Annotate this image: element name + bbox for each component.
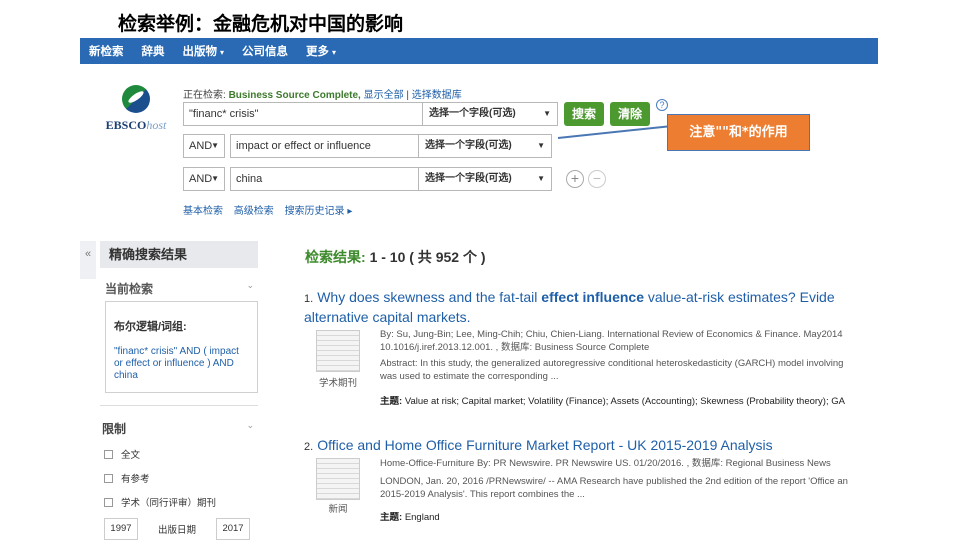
boolean-select-2[interactable]: AND ▼ xyxy=(183,134,225,158)
ebsco-logo-icon xyxy=(122,85,150,113)
database-name: Business Source Complete, xyxy=(228,90,361,101)
field-select-3[interactable]: 选择一个字段(可选) ▼ xyxy=(419,167,552,191)
dropdown-arrow-icon: ▼ xyxy=(537,141,545,150)
collapse-sidebar-icon[interactable]: « xyxy=(80,241,96,279)
nav-more[interactable]: 更多 ▾ xyxy=(306,43,336,59)
refine-heading: 精确搜索结果 xyxy=(100,241,258,268)
dropdown-arrow-icon: ▼ xyxy=(211,174,219,183)
search-term-input-2[interactable]: impact or effect or influence xyxy=(230,134,419,158)
chevron-down-icon: ⌄ xyxy=(246,280,254,290)
date-label: 出版日期 xyxy=(158,525,197,536)
choose-database-link[interactable]: 选择数据库 xyxy=(412,90,462,101)
result-title-link[interactable]: 2. Office and Home Office Furniture Marke… xyxy=(304,436,878,456)
limit-peer-reviewed[interactable]: 学术（同行评审）期刊 xyxy=(104,495,258,509)
news-document-icon[interactable] xyxy=(316,458,360,500)
callout-connector xyxy=(557,125,668,139)
result-subjects: 主题: Value at risk; Capital market; Volat… xyxy=(380,396,845,407)
chevron-down-icon: ▾ xyxy=(332,48,337,57)
result-subjects: 主题: England xyxy=(380,512,440,523)
field-select-2[interactable]: 选择一个字段(可选) ▼ xyxy=(419,134,552,158)
date-from-input[interactable]: 1997 xyxy=(104,518,138,540)
search-term-input-3[interactable]: china xyxy=(230,167,419,191)
limit-references[interactable]: 有参考 xyxy=(104,471,258,485)
result-abstract: LONDON, Jan. 20, 2016 /PRNewswire/ -- AM… xyxy=(380,476,848,500)
search-button[interactable]: 搜索 xyxy=(564,102,605,126)
show-all-link[interactable]: 显示全部 xyxy=(364,90,404,101)
chevron-down-icon: ⌄ xyxy=(246,420,254,430)
result-title-link[interactable]: 1. Why does skewness and the fat-tail eff… xyxy=(304,288,878,308)
current-search-box: 布尔逻辑/词组: "financ* crisis" AND ( impact o… xyxy=(105,301,258,393)
date-to-input[interactable]: 2017 xyxy=(216,518,251,540)
checkbox[interactable] xyxy=(104,497,113,507)
result-abstract: Abstract: In this study, the generalized… xyxy=(380,358,844,382)
checkbox[interactable] xyxy=(104,473,113,483)
dropdown-arrow-icon: ▼ xyxy=(211,141,219,150)
search-term-input-1[interactable]: "financ* crisis" xyxy=(183,102,423,126)
refine-results-sidebar: 精确搜索结果 当前检索 ⌄ 布尔逻辑/词组: "financ* crisis" A… xyxy=(100,241,258,540)
top-nav-bar: 新检索 辞典 出版物 ▾ 公司信息 更多 ▾ xyxy=(80,38,878,64)
ebscohost-logo[interactable]: EBSCOhost xyxy=(96,85,176,133)
journal-document-icon[interactable] xyxy=(316,330,360,372)
result-item: 1. Why does skewness and the fat-tail eff… xyxy=(304,288,878,407)
limit-toggle[interactable]: 限制 ⌄ xyxy=(100,405,258,437)
slide-title: 检索举例：金融危机对中国的影响 xyxy=(118,13,404,35)
searching-database-line: 正在检索: Business Source Complete, 显示全部 | 选… xyxy=(183,90,462,101)
result-citation: Home-Office-Furniture By: PR Newswire. P… xyxy=(380,458,831,469)
ebsco-screenshot: 新检索 辞典 出版物 ▾ 公司信息 更多 ▾ EBSCOhost 正在检索: Bus… xyxy=(80,38,878,540)
chevron-down-icon: ▾ xyxy=(220,48,225,57)
limit-full-text[interactable]: 全文 xyxy=(104,447,258,461)
boolean-phrase-label: 布尔逻辑/词组: xyxy=(114,321,187,333)
dropdown-arrow-icon: ▼ xyxy=(537,174,545,183)
search-history-link[interactable]: 搜索历史记录 ▸ xyxy=(285,206,353,217)
nav-publications[interactable]: 出版物 ▾ xyxy=(183,43,225,59)
checkbox[interactable] xyxy=(104,449,113,459)
field-select-1[interactable]: 选择一个字段(可选) ▼ xyxy=(423,102,558,126)
logo-text: EBSCOhost xyxy=(105,118,167,132)
result-title-line-2[interactable]: alternative capital markets. xyxy=(304,308,878,326)
search-row-2: AND ▼ impact or effect or influence 选择一个字… xyxy=(183,134,552,158)
add-row-plus-icon[interactable]: + xyxy=(566,170,584,188)
search-row-3: AND ▼ china 选择一个字段(可选) ▼ + − xyxy=(183,167,606,191)
current-search-toggle[interactable]: 当前检索 ⌄ xyxy=(100,268,258,297)
publication-type: 新闻 xyxy=(328,504,348,515)
clear-button[interactable]: 清除 xyxy=(610,102,651,126)
nav-company-info[interactable]: 公司信息 xyxy=(242,43,288,59)
current-query-link[interactable]: "financ* crisis" AND ( impact or effect … xyxy=(114,346,249,382)
dropdown-arrow-icon: ▼ xyxy=(543,109,551,118)
remove-row-minus-icon[interactable]: − xyxy=(588,170,606,188)
advanced-search-link[interactable]: 高级检索 xyxy=(234,206,274,217)
nav-thesaurus[interactable]: 辞典 xyxy=(142,43,165,59)
result-item: 2. Office and Home Office Furniture Marke… xyxy=(304,436,878,523)
results-header: 检索结果: 1 - 10 ( 共 952 个 ) xyxy=(305,249,486,265)
nav-new-search[interactable]: 新检索 xyxy=(89,43,124,59)
search-row-1: "financ* crisis" 选择一个字段(可选) ▼ 搜索 清除 ? xyxy=(183,99,669,126)
annotation-callout: 注意""和*的作用 xyxy=(667,114,810,151)
publication-date-range: 1997 出版日期 2017 xyxy=(104,518,258,540)
help-icon[interactable]: ? xyxy=(656,99,669,111)
result-citation: By: Su, Jung-Bin; Lee, Ming-Chih; Chiu, … xyxy=(380,329,843,353)
search-mode-links: 基本检索 高级检索 搜索历史记录 ▸ xyxy=(183,202,360,217)
publication-type: 学术期刊 xyxy=(318,378,357,389)
boolean-select-3[interactable]: AND ▼ xyxy=(183,167,225,191)
basic-search-link[interactable]: 基本检索 xyxy=(183,206,223,217)
